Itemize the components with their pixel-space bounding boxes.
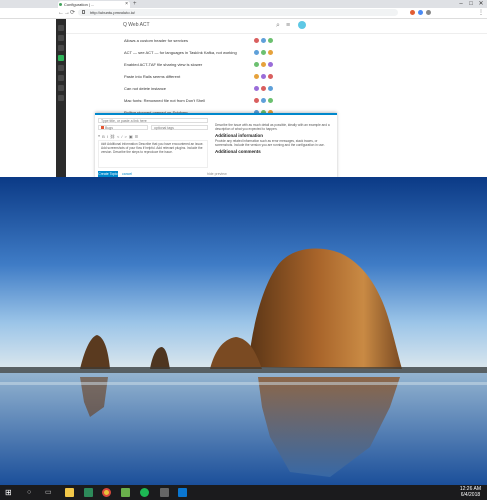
participant-avatar[interactable]	[254, 62, 259, 67]
participant-avatar[interactable]	[261, 62, 266, 67]
clock-date: 6/4/2018	[460, 492, 481, 498]
tab-title: Configuration | ...	[64, 2, 95, 7]
maximize-button[interactable]: □	[466, 0, 476, 8]
topic-title[interactable]: Paste into Rails seems different	[124, 74, 180, 80]
menu-icon[interactable]	[58, 25, 64, 31]
topic-title[interactable]: Can not delete instance	[124, 86, 166, 92]
desktop-wallpaper	[0, 177, 487, 485]
topic-row[interactable]: Can not delete instance	[124, 85, 474, 94]
spotify-icon[interactable]	[140, 488, 149, 497]
store-icon[interactable]	[84, 488, 93, 497]
extension-icon[interactable]	[426, 10, 431, 15]
participant-avatar[interactable]	[261, 38, 266, 43]
browser-tab[interactable]: Configuration | ... ×	[58, 1, 130, 8]
user-avatar[interactable]	[298, 21, 306, 29]
participant-avatar[interactable]	[254, 50, 259, 55]
participant-avatar[interactable]	[261, 98, 266, 103]
system-clock[interactable]: 12:26 AM 6/4/2018	[460, 486, 481, 498]
reload-button[interactable]: ⟳	[70, 9, 75, 17]
participant-avatar[interactable]	[261, 74, 266, 79]
file-explorer-icon[interactable]	[65, 488, 74, 497]
participant-avatar[interactable]	[254, 86, 259, 91]
downloads-icon[interactable]	[58, 95, 64, 101]
lock-icon	[82, 10, 85, 14]
settings-icon[interactable]	[58, 65, 64, 71]
link-icon[interactable]: ⛓	[110, 134, 117, 139]
participant-avatar[interactable]	[254, 38, 259, 43]
participant-avatar[interactable]	[254, 74, 259, 79]
participant-avatar[interactable]	[268, 62, 273, 67]
participant-avatar[interactable]	[261, 86, 266, 91]
remote-desktop-icon[interactable]	[178, 488, 187, 497]
topic-row[interactable]: Paste into Rails seems different	[124, 73, 474, 82]
extension-icon[interactable]	[418, 10, 423, 15]
url-text: http://ubuntu.pmvoluto.io/	[90, 10, 135, 15]
address-bar: ← → ⟳ http://ubuntu.pmvoluto.io/ ⋮	[0, 8, 487, 19]
topic-title[interactable]: Allows a custom header for services	[124, 38, 188, 44]
app-sidebar	[56, 19, 66, 177]
search-icon[interactable]: ○	[27, 488, 36, 497]
forum-title[interactable]: Q Web ACT	[123, 22, 150, 28]
taskbar: ⊞ ○ ▭ 12:26 AM 6/4/2018	[0, 485, 487, 500]
bookmark-icon[interactable]	[58, 75, 64, 81]
tags-input[interactable]: optional tags	[151, 125, 208, 130]
site-favicon-icon	[59, 3, 62, 6]
preview-heading: Additional information	[215, 133, 263, 138]
home-icon[interactable]	[58, 35, 64, 41]
chrome-icon[interactable]	[102, 488, 111, 497]
topic-title[interactable]: Mac fonts: Renowned file not from Don't …	[124, 98, 205, 104]
browser-menu-icon[interactable]: ⋮	[478, 9, 484, 17]
preview-paragraph: Provide any related information such as …	[215, 139, 325, 147]
tab-bar: Configuration | ... × + – □ ✕	[0, 0, 487, 8]
preview-paragraph: Describe the issue with as much detail a…	[215, 123, 330, 131]
minimize-button[interactable]: –	[456, 0, 466, 8]
composer-editor[interactable]: ### Additional information Describe that…	[98, 140, 208, 168]
preview-heading: Additional comments	[215, 149, 261, 154]
participant-avatar[interactable]	[268, 38, 273, 43]
history-icon[interactable]	[58, 85, 64, 91]
composer-preview: Describe the issue with as much detail a…	[215, 123, 333, 171]
url-input[interactable]: http://ubuntu.pmvoluto.io/	[78, 9, 398, 16]
topic-row[interactable]: Mac fonts: Renowned file not from Don't …	[124, 97, 474, 106]
participant-avatar[interactable]	[268, 86, 273, 91]
topic-title[interactable]: Enabled ACT-TAF file sharing view is slo…	[124, 62, 202, 68]
list-icon[interactable]: ☰	[135, 134, 141, 139]
close-window-button[interactable]: ✕	[476, 0, 486, 8]
app-icon[interactable]	[160, 488, 169, 497]
participant-avatar[interactable]	[261, 50, 266, 55]
topic-row[interactable]: Allows a custom header for services	[124, 37, 474, 46]
participant-avatar[interactable]	[268, 98, 273, 103]
category-select[interactable]: Bugs	[98, 125, 148, 130]
category-label: Bugs	[105, 126, 113, 130]
browser-screen: Configuration | ... × + – □ ✕ ← → ⟳ http…	[0, 0, 487, 177]
wallpaper-image	[0, 177, 487, 485]
new-tab-button[interactable]: +	[133, 0, 137, 8]
topic-title-input[interactable]: Type title, or paste a link here	[98, 118, 208, 123]
participant-avatar[interactable]	[268, 74, 273, 79]
search-icon[interactable]: ⌕	[276, 22, 280, 29]
close-tab-icon[interactable]: ×	[125, 1, 128, 8]
code-icon[interactable]: </>	[117, 134, 129, 139]
task-view-icon[interactable]: ▭	[45, 488, 54, 497]
app-icon[interactable]	[58, 55, 64, 61]
participant-avatar[interactable]	[254, 98, 259, 103]
hamburger-icon[interactable]: ≡	[286, 22, 290, 29]
category-color-icon	[101, 126, 104, 129]
extension-icon[interactable]	[410, 10, 415, 15]
topic-row[interactable]: Enabled ACT-TAF file sharing view is slo…	[124, 61, 474, 70]
participant-avatar[interactable]	[268, 50, 273, 55]
forum-header: Q Web ACT ⌕ ≡	[66, 19, 487, 34]
composer-panel: Type title, or paste a link here Bugs op…	[95, 113, 337, 177]
app-icon[interactable]	[121, 488, 130, 497]
notifications-icon[interactable]	[58, 45, 64, 51]
topic-title[interactable]: ACT — see ACT — for languages in TaskInk…	[124, 50, 237, 56]
editor-toolbar: ❝BI⛓</>▣☰	[98, 134, 208, 139]
topic-row[interactable]: ACT — see ACT — for languages in TaskInk…	[124, 49, 474, 58]
windows-start-icon[interactable]: ⊞	[5, 488, 14, 497]
